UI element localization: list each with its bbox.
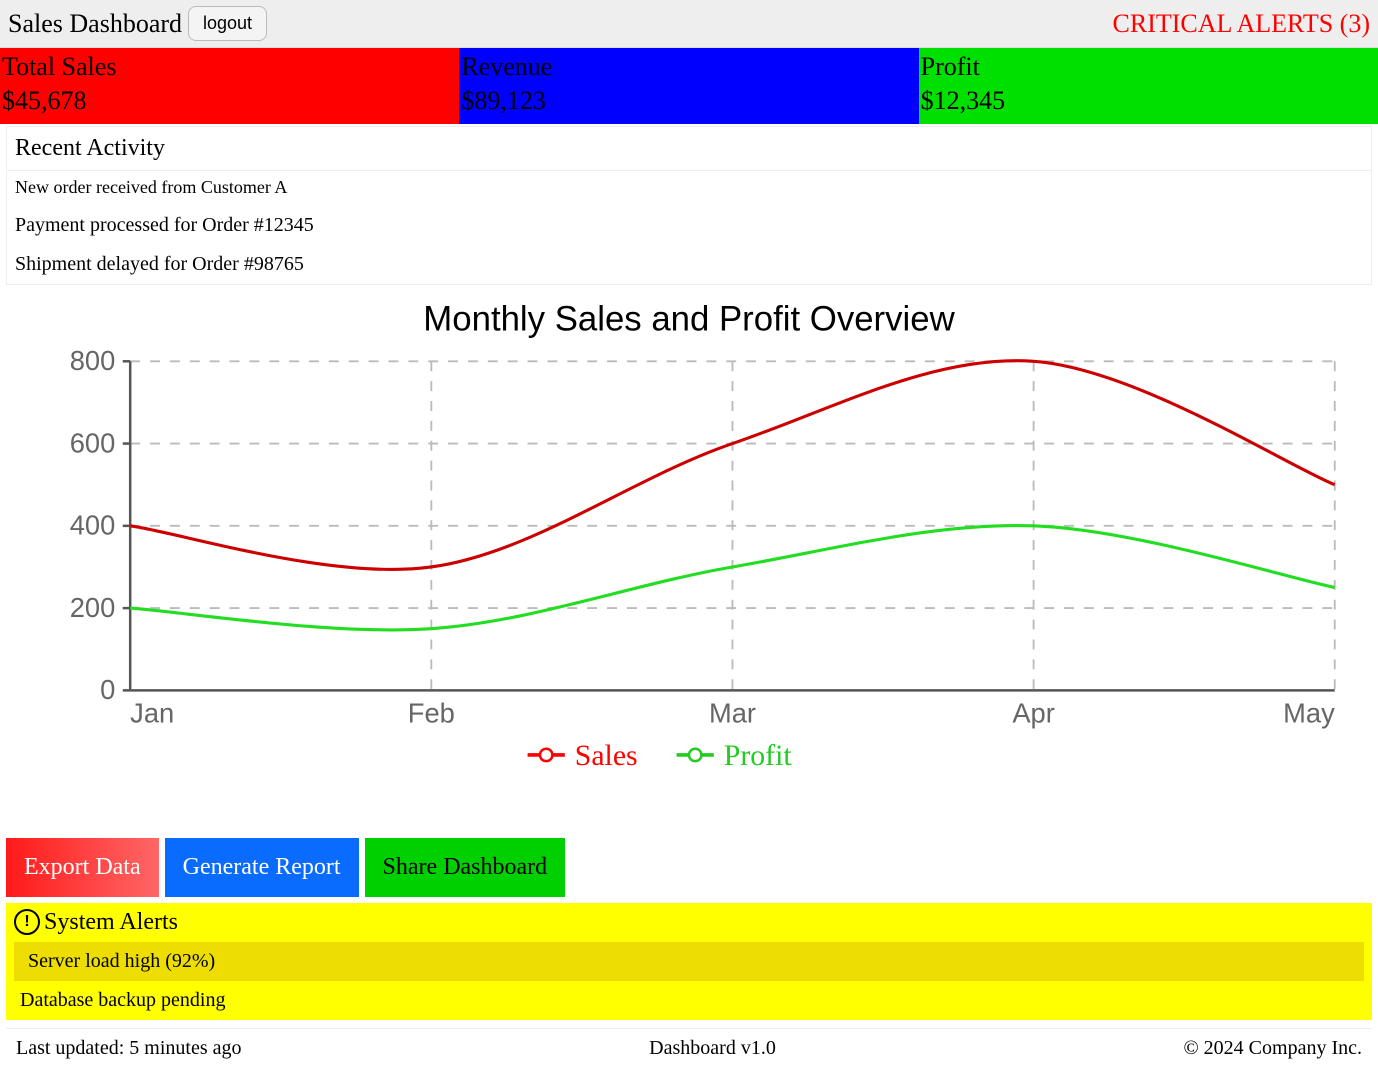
activity-item: New order received from Customer A [7, 171, 1371, 206]
stat-revenue: Revenue $89,123 [459, 48, 918, 124]
x-tick-label: Apr [1012, 698, 1054, 729]
y-tick-label: 200 [70, 592, 116, 623]
stats-row: Total Sales $45,678 Revenue $89,123 Prof… [0, 48, 1378, 124]
recent-activity-title: Recent Activity [7, 127, 1371, 171]
stat-value: $12,345 [921, 86, 1376, 116]
alert-item: Server load high (92%) [14, 942, 1364, 981]
actions-row: Export Data Generate Report Share Dashbo… [0, 798, 1378, 903]
page-title: Sales Dashboard [8, 9, 182, 39]
legend-label-profit: Profit [724, 739, 793, 772]
y-tick-label: 0 [100, 674, 115, 705]
activity-item: Shipment delayed for Order #98765 [7, 245, 1371, 284]
alert-icon: ! [14, 909, 40, 935]
legend-dot-profit [689, 749, 701, 761]
system-alerts-panel: ! System Alerts Server load high (92%) D… [6, 903, 1372, 1020]
copyright: © 2024 Company Inc. [1183, 1037, 1362, 1060]
critical-alerts-badge[interactable]: CRITICAL ALERTS (3) [1113, 9, 1370, 39]
dashboard-version: Dashboard v1.0 [242, 1037, 1184, 1060]
stat-label: Revenue [461, 52, 916, 82]
stat-profit: Profit $12,345 [919, 48, 1378, 124]
export-data-button[interactable]: Export Data [6, 838, 159, 897]
system-alerts-title: System Alerts [44, 909, 178, 936]
stat-value: $89,123 [461, 86, 916, 116]
recent-activity-panel: Recent Activity New order received from … [6, 126, 1372, 285]
x-tick-label: Feb [408, 698, 455, 729]
legend-label-sales: Sales [575, 739, 638, 772]
y-tick-label: 400 [70, 510, 116, 541]
stat-total-sales: Total Sales $45,678 [0, 48, 459, 124]
logout-button[interactable]: logout [188, 6, 267, 41]
legend-dot-sales [540, 749, 552, 761]
system-alerts-header: ! System Alerts [6, 903, 1372, 942]
alert-item: Database backup pending [6, 981, 1372, 1020]
y-tick-label: 600 [70, 427, 116, 458]
stat-label: Profit [921, 52, 1376, 82]
last-updated: Last updated: 5 minutes ago [16, 1037, 242, 1060]
x-tick-label: Mar [709, 698, 756, 729]
stat-label: Total Sales [2, 52, 457, 82]
chart-title: Monthly Sales and Profit Overview [423, 300, 955, 338]
footer-bar: Last updated: 5 minutes ago Dashboard v1… [6, 1028, 1372, 1068]
share-dashboard-button[interactable]: Share Dashboard [365, 838, 566, 897]
y-tick-label: 800 [70, 345, 116, 376]
activity-item: Payment processed for Order #12345 [7, 206, 1371, 245]
chart-container: Monthly Sales and Profit Overview 0 200 400… [6, 293, 1372, 790]
sales-profit-line-chart: Monthly Sales and Profit Overview 0 200 400… [6, 293, 1372, 790]
header-bar: Sales Dashboard logout CRITICAL ALERTS (… [0, 0, 1378, 48]
stat-value: $45,678 [2, 86, 457, 116]
x-tick-label: May [1283, 698, 1335, 729]
x-tick-label: Jan [130, 698, 174, 729]
generate-report-button[interactable]: Generate Report [165, 838, 359, 897]
